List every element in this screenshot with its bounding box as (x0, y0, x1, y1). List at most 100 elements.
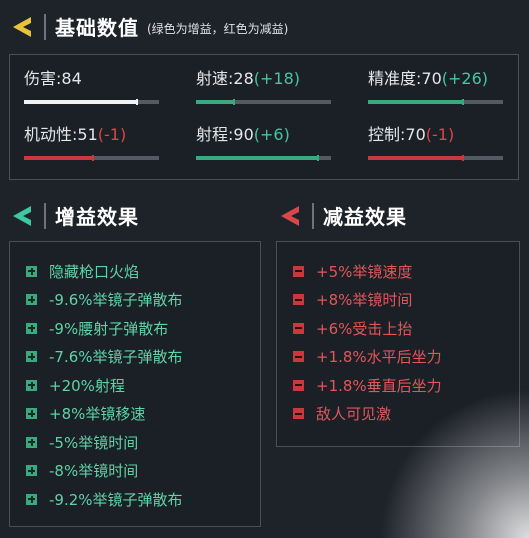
effect-text: +8%举镜移速 (49, 405, 146, 424)
buffs-panel: 隐藏枪口火焰 -9.6%举镜子弹散布 -9%腰射子弹散布 -7.6%举镜子弹散布 +20… (9, 241, 261, 527)
effect-item: +20%射程 (26, 371, 183, 400)
plus-icon (26, 322, 37, 334)
base-stats-title: 基础数值 (55, 16, 139, 40)
stat-bar-marker (91, 155, 94, 161)
stat-bar-fill (24, 156, 93, 160)
stat-bar-marker (232, 99, 235, 105)
stat-bar-fill (196, 100, 234, 104)
effect-text: -9%腰射子弹散布 (49, 319, 169, 338)
stat-bonus: (-1) (97, 125, 127, 144)
effect-item: +5%举镜速度 (293, 257, 442, 286)
buffs-list: 隐藏枪口火焰 -9.6%举镜子弹散布 -9%腰射子弹散布 -7.6%举镜子弹散布 +20… (26, 257, 183, 514)
effect-text: +5%举镜速度 (316, 262, 413, 281)
effect-text: +1.8%水平后坐力 (316, 348, 442, 367)
stat-item: 伤害:84 (24, 69, 159, 105)
stat-text: 精准度:70(+26) (368, 69, 503, 89)
stat-text: 射程:90(+6) (196, 125, 331, 145)
minus-icon (293, 322, 304, 334)
stat-bar-marker (136, 99, 139, 105)
stat-item: 精准度:70(+26) (368, 69, 503, 105)
minus-icon (293, 265, 304, 277)
stat-value: 70 (421, 69, 442, 88)
effect-item: +8%举镜时间 (293, 286, 442, 315)
stat-text: 控制:70(-1) (368, 125, 503, 145)
stat-label: 伤害: (24, 69, 62, 88)
minus-icon (293, 408, 304, 420)
effect-item: 敌人可见激 (293, 400, 442, 429)
stat-bar-fill (24, 100, 138, 104)
debuffs-header: 减益效果 (278, 201, 407, 230)
stat-label: 射速: (196, 69, 234, 88)
plus-icon (26, 493, 37, 505)
chevron-left-icon (13, 16, 31, 37)
effect-text: -7.6%举镜子弹散布 (49, 348, 183, 367)
stat-bar (196, 99, 331, 105)
buffs-title: 增益效果 (55, 205, 139, 229)
effect-text: -9.6%举镜子弹散布 (49, 291, 183, 310)
title-divider (312, 202, 314, 229)
stat-text: 伤害:84 (24, 69, 159, 89)
effect-item: +1.8%水平后坐力 (293, 343, 442, 372)
effect-text: +8%举镜时间 (316, 291, 413, 310)
stat-bar (368, 155, 503, 161)
effect-text: +1.8%垂直后坐力 (316, 376, 442, 395)
effect-item: -9.6%举镜子弹散布 (26, 286, 183, 315)
effect-text: -5%举镜时间 (49, 433, 139, 452)
stat-bar (368, 99, 503, 105)
plus-icon (26, 265, 37, 277)
plus-icon (26, 379, 37, 391)
base-stats-header: 基础数值 (绿色为增益，红色为减益) (10, 12, 288, 41)
stat-item: 控制:70(-1) (368, 125, 503, 161)
plus-icon (26, 351, 37, 363)
stat-bar (24, 99, 159, 105)
stat-bonus: (+6) (253, 125, 290, 144)
plus-icon (26, 294, 37, 306)
debuffs-title: 减益效果 (323, 205, 407, 229)
effect-text: 敌人可见激 (316, 405, 392, 424)
effect-item: -9%腰射子弹散布 (26, 314, 183, 343)
stat-bar-marker (461, 99, 464, 105)
stat-item: 射速:28(+18) (196, 69, 331, 105)
stat-bar-marker (461, 155, 464, 161)
effect-text: +20%射程 (49, 376, 125, 395)
minus-icon (293, 379, 304, 391)
stat-bar-fill (196, 156, 318, 160)
stat-label: 精准度: (368, 69, 422, 88)
effect-item: +1.8%垂直后坐力 (293, 371, 442, 400)
debuffs-list: +5%举镜速度 +8%举镜时间 +6%受击上抬 +1.8%水平后坐力 +1.8%垂直后坐… (293, 257, 442, 428)
stat-text: 射速:28(+18) (196, 69, 331, 89)
base-stats-panel: 伤害:84 射速:28(+18) 精准度:70(+26) 机动性:51(-1) 射程:9… (9, 54, 519, 180)
stat-bar-fill (368, 156, 463, 160)
effect-text: -9.2%举镜子弹散布 (49, 490, 183, 509)
stat-value: 51 (77, 125, 98, 144)
stat-bar (196, 155, 331, 161)
effect-text: +6%受击上抬 (316, 319, 413, 338)
stat-bar-fill (368, 100, 463, 104)
effect-item: +6%受击上抬 (293, 314, 442, 343)
title-divider (44, 202, 46, 229)
effect-item: +8%举镜移速 (26, 400, 183, 429)
effect-item: 隐藏枪口火焰 (26, 257, 183, 286)
stat-value: 84 (61, 69, 82, 88)
minus-icon (293, 351, 304, 363)
base-stats-note: (绿色为增益，红色为减益) (147, 22, 289, 36)
plus-icon (26, 465, 37, 477)
effect-text: -8%举镜时间 (49, 462, 139, 481)
stat-bonus: (+18) (253, 69, 301, 88)
minus-icon (293, 294, 304, 306)
effect-item: -8%举镜时间 (26, 457, 183, 486)
stat-bonus: (-1) (425, 125, 455, 144)
effect-item: -5%举镜时间 (26, 428, 183, 457)
stat-label: 射程: (196, 125, 234, 144)
stat-item: 射程:90(+6) (196, 125, 331, 161)
stat-label: 控制: (368, 125, 406, 144)
effect-item: -9.2%举镜子弹散布 (26, 485, 183, 514)
buffs-header: 增益效果 (10, 201, 139, 230)
chevron-left-icon (13, 205, 31, 226)
stat-value: 70 (405, 125, 426, 144)
plus-icon (26, 436, 37, 448)
chevron-left-icon (281, 205, 299, 226)
effect-text: 隐藏枪口火焰 (49, 262, 140, 281)
stat-bar (24, 155, 159, 161)
stat-label: 机动性: (24, 125, 78, 144)
